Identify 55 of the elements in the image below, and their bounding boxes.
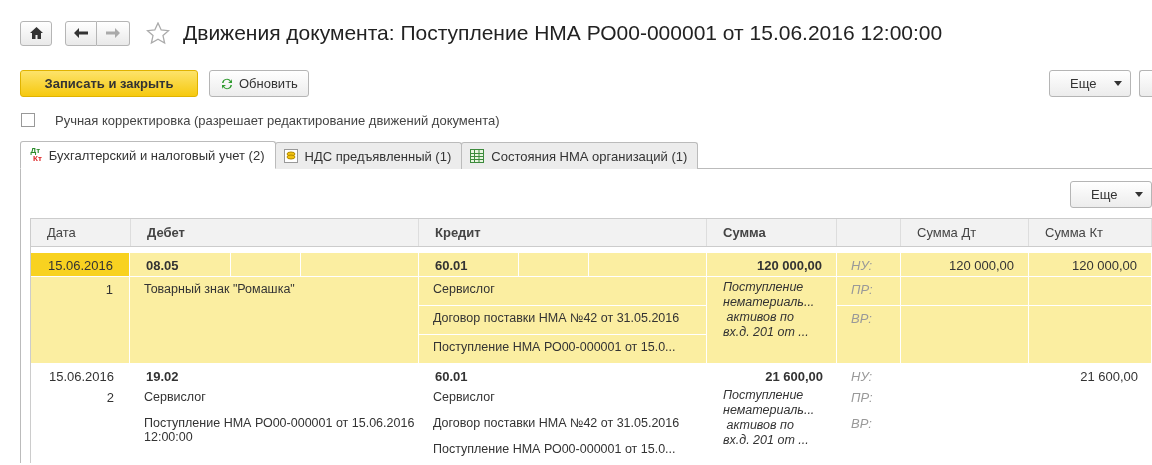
checkbox[interactable] [21, 113, 35, 127]
table-row[interactable] [31, 253, 1152, 364]
table-cell-text: 2 [105, 389, 115, 407]
column-header[interactable]: Сумма Кт [1029, 219, 1152, 246]
table-cell-text: ПР: [850, 389, 874, 407]
table-cell: Договор поставки НМА №42 от 31.05.2016 [419, 306, 707, 335]
table-cell: 120 000,00 [901, 253, 1029, 277]
back-button[interactable] [65, 20, 97, 46]
table-cell-text: 21 600,00 [1079, 368, 1139, 385]
table-cell [231, 253, 301, 277]
table-cell-text: 60.01 [434, 368, 469, 385]
more-button[interactable]: Еще [1070, 181, 1152, 208]
table-cell: НУ: [837, 253, 901, 277]
save-and-close-button[interactable]: Записать и закрыть [20, 70, 198, 97]
refresh-button[interactable]: Обновить [209, 70, 309, 97]
table-cell-text: 21 600,00 [764, 368, 824, 385]
table-cell [519, 253, 589, 277]
table-cell-text: Поступление нематериаль... активов по вх.д. 201 от ... [722, 387, 816, 449]
refresh-icon [220, 76, 234, 91]
column-header[interactable]: Дата [31, 219, 131, 246]
checkbox-label: Ручная корректировка (разрешает редактирование движений документа) [55, 112, 500, 128]
caret-icon [1135, 192, 1143, 197]
table-cell-text: Поступление НМА РО00-000001 от 15.0... [432, 441, 677, 458]
arrow-left-icon [74, 28, 88, 38]
table-cell: ПР: [837, 277, 901, 306]
more-button[interactable]: Еще [1049, 70, 1131, 97]
debit-credit-icon: Дт Кт [29, 147, 42, 163]
column-header[interactable]: Сумма [707, 219, 837, 246]
table-cell-text: ВР: [850, 415, 873, 433]
star-icon[interactable] [146, 21, 170, 45]
home-button[interactable] [20, 20, 52, 46]
column-header[interactable]: Дебет [131, 219, 419, 246]
table-cell: 15.06.2016 [31, 253, 130, 277]
column-header[interactable]: Сумма Дт [901, 219, 1029, 246]
home-icon [29, 27, 43, 39]
column-header[interactable]: Кредит [419, 219, 707, 246]
table-cell: Сервислог [419, 277, 707, 306]
window-title: Движения документа: Поступление НМА РО00-000001 от 15.06.2016 12:00:00 [183, 21, 943, 45]
table-cell-text: НУ: [850, 368, 874, 385]
table-cell-text: Сервислог [143, 389, 207, 406]
table-cell-text: 19.02 [145, 368, 180, 385]
table-cell-text: Договор поставки НМА №42 от 31.05.2016 [432, 415, 681, 432]
arrow-right-icon [106, 28, 120, 38]
table-icon [470, 149, 485, 163]
table-cell: 120 000,00 [1029, 253, 1152, 277]
table-cell: 08.05 [130, 253, 231, 277]
table-cell-text: Поступление НМА РО00-000001 от 15.06.2016 12:00:00 [143, 415, 416, 446]
table-cell-text: 15.06.2016 [47, 368, 115, 385]
table-cell: 120 000,00 [707, 253, 837, 277]
caret-icon [1114, 81, 1122, 86]
table-cell-text: Сервислог [432, 389, 496, 406]
tab[interactable]: НДС предъявленный (1) [274, 142, 463, 169]
tab[interactable]: Состояния НМА организаций (1) [461, 142, 699, 169]
table-cell: 60.01 [419, 253, 519, 277]
coins-icon [283, 149, 298, 163]
